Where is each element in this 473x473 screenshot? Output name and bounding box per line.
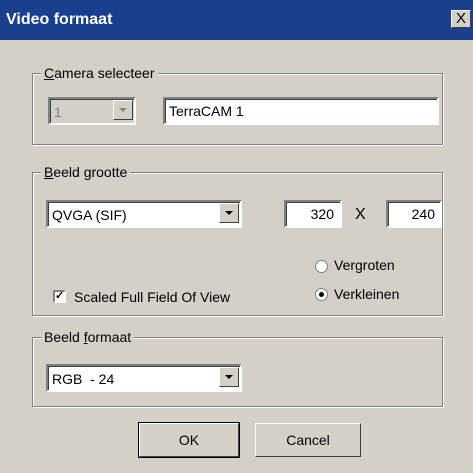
cancel-button[interactable]: Cancel — [255, 423, 361, 457]
width-field[interactable]: 320 — [284, 200, 342, 228]
dialog-title: Video formaat — [6, 11, 113, 28]
close-icon: X — [455, 10, 466, 27]
enlarge-radio[interactable] — [315, 260, 328, 273]
camera-name-field[interactable]: TerraCAM 1 — [163, 97, 439, 125]
scaled-fov-checkbox[interactable]: ✓ — [53, 290, 66, 303]
dimension-separator: X — [355, 206, 366, 223]
chevron-down-icon[interactable] — [219, 367, 239, 387]
image-size-value: QVGA (SIF) — [52, 207, 127, 223]
chevron-down-icon[interactable] — [113, 100, 133, 120]
shrink-label[interactable]: Verkleinen — [334, 286, 399, 302]
image-format-dropdown[interactable]: RGB - 24 — [46, 364, 242, 392]
checkmark-icon: ✓ — [55, 290, 65, 302]
chevron-down-icon[interactable] — [219, 203, 239, 223]
camera-number-dropdown[interactable]: 1 — [48, 97, 136, 125]
camera-number-value: 1 — [54, 104, 62, 120]
close-button[interactable]: X — [451, 10, 471, 28]
enlarge-label[interactable]: Vergroten — [334, 257, 395, 273]
height-value: 240 — [411, 206, 435, 222]
scaled-fov-label[interactable]: Scaled Full Field Of View — [74, 289, 230, 305]
image-size-dropdown[interactable]: QVGA (SIF) — [46, 200, 242, 228]
camera-select-legend: Camera selecteer — [41, 65, 158, 81]
image-format-legend: Beeld formaat — [41, 329, 135, 345]
image-size-legend: Beeld grootte — [41, 164, 131, 180]
height-field[interactable]: 240 — [386, 200, 442, 228]
shrink-radio[interactable] — [315, 288, 328, 301]
image-format-value: RGB - 24 — [52, 371, 115, 387]
width-value: 320 — [310, 206, 334, 222]
video-format-dialog: Video formaat X Camera selecteer 1 Terra… — [0, 0, 473, 473]
ok-button[interactable]: OK — [138, 422, 240, 458]
title-bar[interactable]: Video formaat X — [0, 0, 473, 40]
camera-name-value: TerraCAM 1 — [169, 103, 244, 119]
